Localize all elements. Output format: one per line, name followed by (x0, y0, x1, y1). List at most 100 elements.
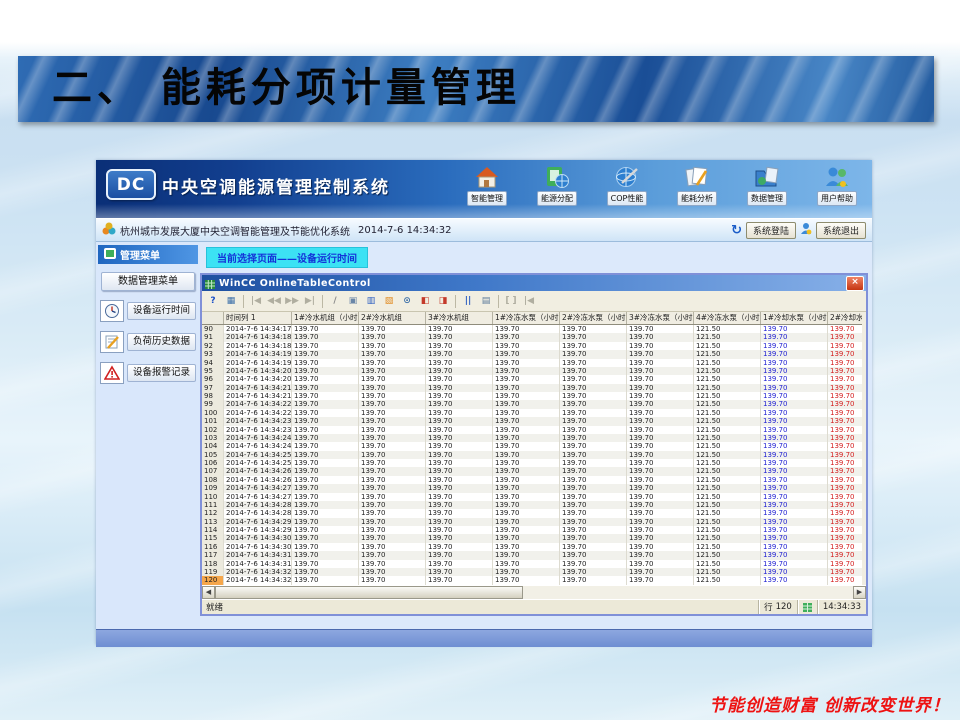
first-record-icon[interactable]: |◀ (248, 294, 264, 309)
table-cell: 139.70 (359, 568, 426, 576)
system-icon (102, 222, 116, 238)
table-cell: 139.70 (359, 325, 426, 333)
table-cell: 139.70 (627, 526, 694, 534)
table-cell: 139.70 (627, 451, 694, 459)
table-cell: 139.70 (292, 518, 359, 526)
table-row[interactable]: 912014-7-6 14:34:18139.70139.70139.70139… (202, 333, 862, 341)
fast-backward-icon[interactable]: ◀◀ (266, 294, 282, 309)
table-row[interactable]: 902014-7-6 14:34:17139.70139.70139.70139… (202, 325, 862, 333)
column-select-icon[interactable]: ▥ (363, 294, 379, 309)
table-row[interactable]: 1202014-7-6 14:34:32139.70139.70139.7013… (202, 576, 862, 584)
print-icon[interactable]: ▤ (478, 294, 494, 309)
table-row[interactable]: 1002014-7-6 14:34:22139.70139.70139.7013… (202, 409, 862, 417)
export-left-icon[interactable]: ◧ (417, 294, 433, 309)
sidebar-item-runtime[interactable]: 设备运行时间 (100, 300, 196, 322)
nav-smart-management[interactable]: 智能管理 (458, 164, 516, 206)
table-cell: 139.70 (426, 333, 493, 341)
table-row[interactable]: 1152014-7-6 14:34:30139.70139.70139.7013… (202, 534, 862, 542)
table-cell: 139.70 (493, 392, 560, 400)
table-row[interactable]: 1142014-7-6 14:34:29139.70139.70139.7013… (202, 526, 862, 534)
table-cell: 139.70 (828, 359, 862, 367)
edit-pen-icon[interactable]: / (327, 294, 343, 309)
table-row[interactable]: 1162014-7-6 14:34:30139.70139.70139.7013… (202, 543, 862, 551)
table-row[interactable]: 1082014-7-6 14:34:26139.70139.70139.7013… (202, 476, 862, 484)
sidebar-item-alarm-log[interactable]: 设备报警记录 (100, 362, 196, 384)
table-cell: 139.70 (761, 534, 828, 542)
table-cell: 139.70 (761, 325, 828, 333)
table-cell: 139.70 (560, 467, 627, 475)
fast-forward-icon[interactable]: ▶▶ (284, 294, 300, 309)
table-body: 902014-7-6 14:34:17139.70139.70139.70139… (202, 325, 862, 585)
table-cell: 139.70 (627, 543, 694, 551)
scrollbar-thumb[interactable] (215, 586, 523, 599)
help-icon[interactable]: ? (205, 294, 221, 309)
column-header: 1#冷水机组（小时） (292, 312, 359, 324)
table-mini-icon (803, 603, 812, 612)
table-cell: 139.70 (761, 342, 828, 350)
scroll-left-button[interactable]: ◀ (202, 586, 215, 599)
table-row[interactable]: 1032014-7-6 14:34:24139.70139.70139.7013… (202, 434, 862, 442)
close-icon[interactable]: × (846, 276, 864, 291)
table-cell: 139.70 (359, 426, 426, 434)
statistics-icon[interactable]: ▧ (381, 294, 397, 309)
table-row[interactable]: 1132014-7-6 14:34:29139.70139.70139.7013… (202, 518, 862, 526)
table-row[interactable]: 1062014-7-6 14:34:25139.70139.70139.7013… (202, 459, 862, 467)
table-row[interactable]: 962014-7-6 14:34:20139.70139.70139.70139… (202, 375, 862, 383)
table-row[interactable]: 1092014-7-6 14:34:27139.70139.70139.7013… (202, 484, 862, 492)
login-button[interactable]: 系统登陆 (746, 222, 796, 239)
nav-energy-allocation[interactable]: 能源分配 (528, 164, 586, 206)
sidebar-item-load-history[interactable]: 负荷历史数据 (100, 331, 196, 353)
table-row[interactable]: 1012014-7-6 14:34:23139.70139.70139.7013… (202, 417, 862, 425)
toolbar-separator (455, 295, 456, 308)
table-row[interactable]: 992014-7-6 14:34:22139.70139.70139.70139… (202, 400, 862, 408)
table-row[interactable]: 1022014-7-6 14:34:23139.70139.70139.7013… (202, 426, 862, 434)
table-row[interactable]: 932014-7-6 14:34:19139.70139.70139.70139… (202, 350, 862, 358)
table-row[interactable]: 1182014-7-6 14:34:31139.70139.70139.7013… (202, 560, 862, 568)
configure-icon[interactable]: ▦ (223, 294, 239, 309)
scrollbar-track[interactable] (523, 586, 853, 599)
main-area: 当前选择页面——设备运行时间 WinCC OnlineTableControl … (200, 242, 872, 630)
table-cell: 121.50 (694, 409, 761, 417)
table-cell: 139.70 (627, 409, 694, 417)
table-row[interactable]: 972014-7-6 14:34:21139.70139.70139.70139… (202, 384, 862, 392)
table-cell: 139.70 (292, 560, 359, 568)
export-right-icon[interactable]: ◨ (435, 294, 451, 309)
logout-button[interactable]: 系统退出 (816, 222, 866, 239)
scroll-right-button[interactable]: ▶ (853, 586, 866, 599)
table-row[interactable]: 1122014-7-6 14:34:28139.70139.70139.7013… (202, 509, 862, 517)
pause-icon[interactable]: || (460, 294, 476, 309)
go-end-icon[interactable]: |◀ (521, 294, 537, 309)
table-row[interactable]: 952014-7-6 14:34:20139.70139.70139.70139… (202, 367, 862, 375)
table-cell: 139.70 (359, 476, 426, 484)
nav-label: 智能管理 (467, 191, 507, 206)
table-row[interactable]: 1072014-7-6 14:34:26139.70139.70139.7013… (202, 467, 862, 475)
menu-icon (104, 248, 116, 262)
table-row[interactable]: 1112014-7-6 14:34:28139.70139.70139.7013… (202, 501, 862, 509)
nav-user-help[interactable]: 用户帮助 (808, 164, 866, 206)
table-cell: 139.70 (560, 526, 627, 534)
nav-cop-performance[interactable]: COP性能 (598, 164, 656, 206)
nav-energy-analysis[interactable]: 能耗分析 (668, 164, 726, 206)
copy-icon[interactable]: ▣ (345, 294, 361, 309)
table-row[interactable]: 942014-7-6 14:34:19139.70139.70139.70139… (202, 359, 862, 367)
table-row[interactable]: 982014-7-6 14:34:21139.70139.70139.70139… (202, 392, 862, 400)
doc-pencil-icon (683, 164, 711, 190)
table-cell: 139.70 (359, 534, 426, 542)
last-record-icon[interactable]: ▶| (302, 294, 318, 309)
table-row[interactable]: 1102014-7-6 14:34:27139.70139.70139.7013… (202, 493, 862, 501)
table-row[interactable]: 1042014-7-6 14:34:24139.70139.70139.7013… (202, 442, 862, 450)
table-row[interactable]: 1172014-7-6 14:34:31139.70139.70139.7013… (202, 551, 862, 559)
table-cell: 139.70 (359, 560, 426, 568)
table-cell: 121.50 (694, 568, 761, 576)
table-cell: 139.70 (426, 442, 493, 450)
table-row[interactable]: 1052014-7-6 14:34:25139.70139.70139.7013… (202, 451, 862, 459)
select-range-icon[interactable]: [ ] (503, 294, 519, 309)
table-row[interactable]: 1192014-7-6 14:34:32139.70139.70139.7013… (202, 568, 862, 576)
table-cell: 139.70 (560, 493, 627, 501)
timebase-clock-icon[interactable]: ⊙ (399, 294, 415, 309)
dc-logo: DC (106, 169, 156, 200)
table-row[interactable]: 922014-7-6 14:34:18139.70139.70139.70139… (202, 342, 862, 350)
nav-data-management[interactable]: 数据管理 (738, 164, 796, 206)
sidebar-menu-button[interactable]: 数据管理菜单 (101, 272, 195, 291)
table-cell: 139.70 (828, 484, 862, 492)
